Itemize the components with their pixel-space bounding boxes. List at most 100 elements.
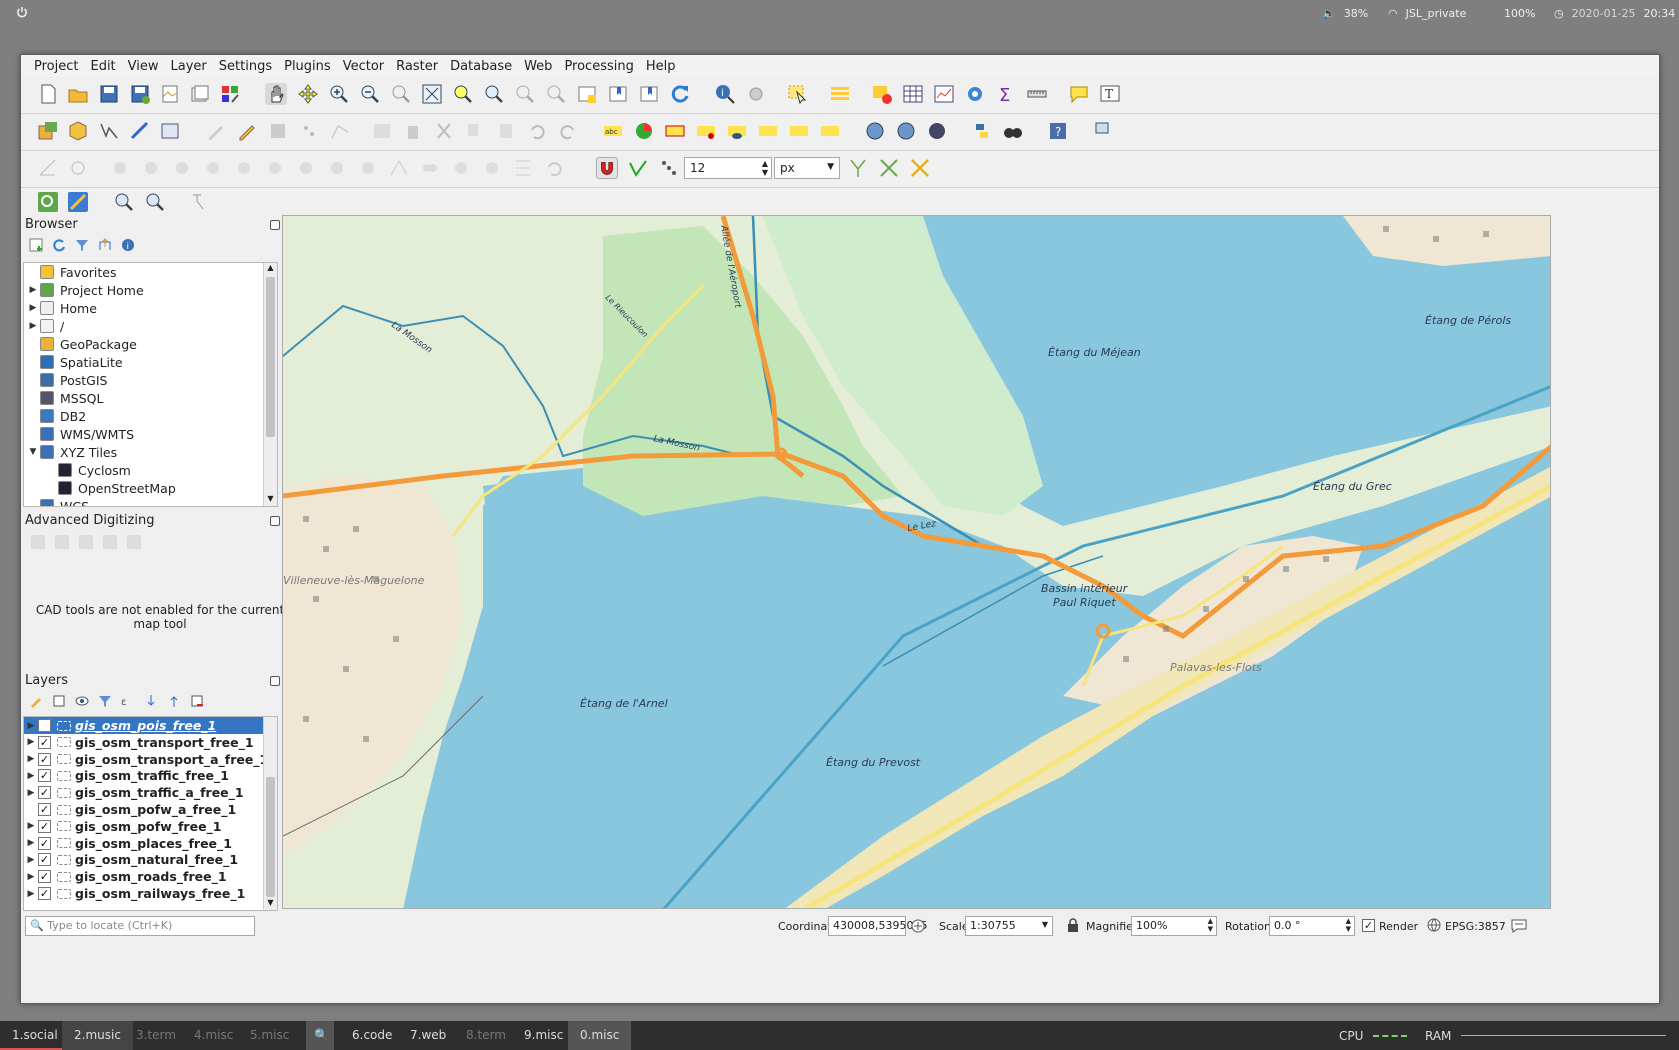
browser-item[interactable]: Cyclosm [24, 461, 277, 479]
browser-item[interactable]: ▼ XYZ Tiles [24, 443, 277, 461]
layer-item[interactable]: ▶ ✓ gis_osm_transport_free_1 [24, 734, 277, 751]
zoom-rubber-band-icon[interactable] [390, 83, 412, 105]
construction-mode-icon[interactable] [55, 535, 69, 549]
volume-indicator[interactable]: 🔈 38% [1322, 7, 1368, 20]
spin-arrows-icon[interactable]: ▲ ▼ [1208, 917, 1213, 933]
help-contents-icon[interactable]: ? [1047, 120, 1069, 142]
browser-item[interactable]: ▶ / [24, 317, 277, 335]
zoom-native-icon[interactable] [514, 83, 536, 105]
network-indicator[interactable]: ◠ JSL_private [1388, 7, 1466, 20]
pin-labels-icon[interactable] [695, 120, 717, 142]
undo-icon[interactable] [526, 120, 548, 142]
filter-legend-icon[interactable] [98, 694, 112, 708]
browser-item[interactable]: WCS [24, 497, 277, 506]
avoid-intersections-icon[interactable] [878, 157, 900, 179]
expand-arrow-icon[interactable]: ▶ [24, 872, 38, 882]
browser-scrollbar[interactable]: ▲ ▼ [263, 263, 277, 506]
style-panel-icon[interactable] [29, 694, 43, 708]
layer-item[interactable]: ▶ ✓ gis_osm_roads_free_1 [24, 868, 277, 885]
deselect-features-icon[interactable] [871, 83, 893, 105]
lock-scale-icon[interactable] [1067, 918, 1079, 933]
cad-enable-icon[interactable] [31, 535, 45, 549]
python-console-icon[interactable] [971, 120, 993, 142]
binoculars-icon[interactable] [1002, 120, 1024, 142]
menu-layer[interactable]: Layer [166, 57, 212, 76]
browser-item[interactable]: Favorites [24, 263, 277, 281]
add-selected-layers-icon[interactable] [29, 238, 43, 252]
workspace-1[interactable]: 1.social [0, 1021, 70, 1050]
pointer-tool-icon[interactable] [189, 191, 211, 213]
menu-settings[interactable]: Settings [214, 57, 277, 76]
layer-visibility-checkbox[interactable]: ✓ [38, 752, 51, 766]
save-layer-edits-icon[interactable] [267, 120, 289, 142]
coordinate-field[interactable]: 430008,5395085 [828, 916, 927, 936]
snap-tolerance-spinbox[interactable]: 12 ▲ ▼ [684, 157, 772, 179]
map-tips-icon[interactable] [1068, 83, 1090, 105]
open-project-icon[interactable] [67, 83, 89, 105]
current-edits-icon[interactable] [205, 120, 227, 142]
metasearch-search-icon[interactable] [895, 120, 917, 142]
select-by-value-icon[interactable] [829, 83, 851, 105]
layer-visibility-checkbox[interactable]: ✓ [38, 735, 51, 749]
reverse-line-icon[interactable] [295, 157, 317, 179]
menu-processing[interactable]: Processing [559, 57, 638, 76]
whats-this-icon[interactable] [1093, 120, 1115, 142]
new-spatialite-layer-icon[interactable] [129, 120, 151, 142]
layout-manager-icon[interactable] [189, 83, 211, 105]
parallel-icon[interactable] [79, 535, 93, 549]
move-label-icon[interactable] [757, 120, 779, 142]
rotate-point-symbols-icon[interactable] [450, 157, 472, 179]
zoom-full-icon[interactable] [421, 83, 443, 105]
layer-item[interactable]: ▶ ✓ gis_osm_places_free_1 [24, 835, 277, 852]
browser-item[interactable]: MSSQL [24, 389, 277, 407]
reverse-geocode-icon[interactable] [144, 191, 166, 213]
new-project-icon[interactable] [37, 83, 59, 105]
change-label-icon[interactable] [819, 120, 841, 142]
layer-item[interactable]: ▶ ✓ gis_osm_transport_a_free_1 [24, 751, 277, 768]
browser-item[interactable]: DB2 [24, 407, 277, 425]
layer-visibility-checkbox[interactable] [38, 719, 51, 732]
new-geopackage-layer-icon[interactable] [67, 120, 89, 142]
highlight-pinned-labels-icon[interactable] [664, 120, 686, 142]
snapping-magnet-icon[interactable] [596, 157, 618, 179]
layer-visibility-checkbox[interactable]: ✓ [38, 803, 51, 816]
offset-curve-icon[interactable] [264, 157, 286, 179]
expand-arrow-icon[interactable]: ▶ [24, 737, 38, 747]
refresh-icon[interactable] [669, 83, 691, 105]
add-part-icon[interactable] [109, 157, 131, 179]
browser-item[interactable]: OpenStreetMap [24, 479, 277, 497]
text-annotation-icon[interactable]: T [1099, 83, 1121, 105]
power-icon[interactable] [16, 6, 28, 18]
add-group-icon[interactable] [52, 694, 66, 708]
merge-attributes-icon[interactable] [419, 157, 441, 179]
rotate-label-icon[interactable] [788, 120, 810, 142]
remove-layer-icon[interactable] [190, 694, 204, 708]
browser-item[interactable]: ▶ Home [24, 299, 277, 317]
expand-arrow-icon[interactable]: ▶ [24, 788, 38, 798]
coordinate-capture-icon[interactable] [67, 191, 89, 213]
layer-item[interactable]: ▶ ✓ gis_osm_pofw_free_1 [24, 818, 277, 835]
layer-labeling-icon[interactable]: abc [602, 120, 624, 142]
expand-arrow-icon[interactable]: ▶ [24, 771, 38, 781]
filter-browser-icon[interactable] [75, 238, 89, 252]
menu-database[interactable]: Database [445, 57, 517, 76]
statistical-summary-icon[interactable] [933, 83, 955, 105]
data-source-manager-icon[interactable] [37, 120, 59, 142]
new-map-view-icon[interactable] [576, 83, 598, 105]
paste-features-icon[interactable] [495, 120, 517, 142]
layer-visibility-checkbox[interactable]: ✓ [38, 819, 51, 833]
workspace-3[interactable]: 3.term [124, 1021, 188, 1050]
zoom-to-layer-icon[interactable] [483, 83, 505, 105]
menu-help[interactable]: Help [641, 57, 681, 76]
workspace-0[interactable]: 0.misc [568, 1021, 632, 1050]
new-virtual-layer-icon[interactable] [159, 120, 181, 142]
add-feature-icon[interactable] [298, 120, 320, 142]
attribute-table-icon[interactable] [902, 83, 924, 105]
layer-item[interactable]: ✓ gis_osm_pofw_a_free_1 [24, 801, 277, 818]
zoom-in-icon[interactable] [328, 83, 350, 105]
new-print-layout-icon[interactable] [159, 83, 181, 105]
toggle-editing-icon[interactable] [236, 120, 258, 142]
menu-vector[interactable]: Vector [338, 57, 389, 76]
metasearch-icon[interactable] [864, 120, 886, 142]
browser-item[interactable]: WMS/WMTS [24, 425, 277, 443]
